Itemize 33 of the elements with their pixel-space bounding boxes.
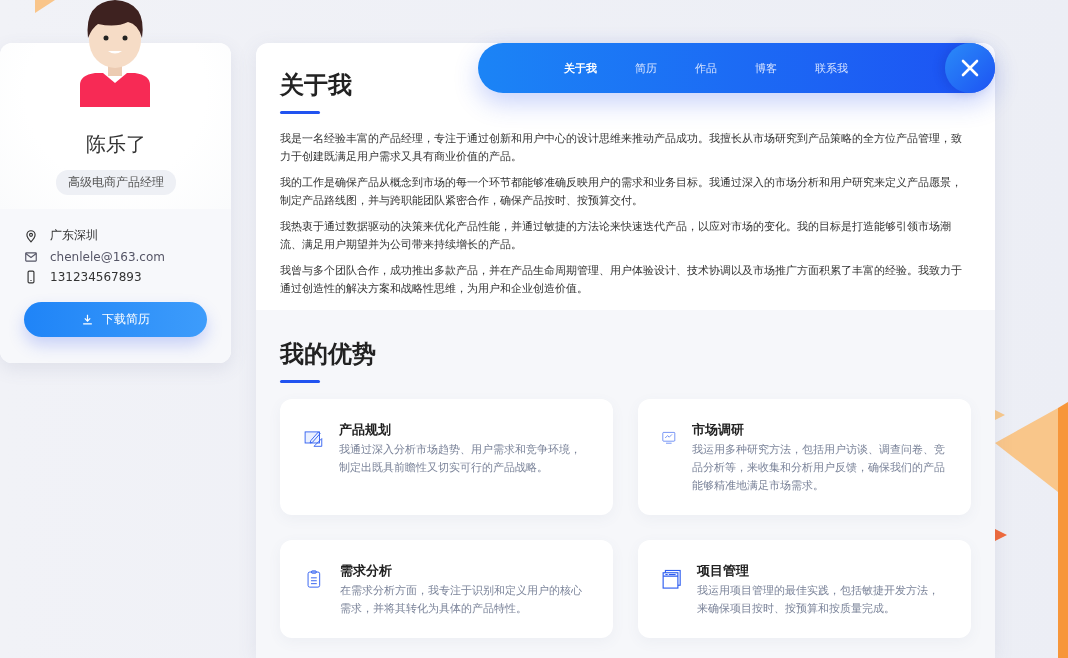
- location-pin-icon: [24, 228, 38, 243]
- phone-icon: [24, 270, 38, 284]
- close-button[interactable]: [945, 43, 995, 93]
- profile-name: 陈乐了: [85, 131, 146, 158]
- about-paragraph: 我是一名经验丰富的产品经理，专注于通过创新和用户中心的设计思维来推动产品成功。我擅长从市场研究到产品策略的全方位产品管理，致力于创建既满足用户需求又具有商业价值的产品。: [280, 131, 963, 165]
- strength-title: 项目管理: [697, 562, 751, 580]
- decorative-triangle: [35, 0, 55, 13]
- nav-link[interactable]: 博客: [755, 60, 777, 76]
- nav-link[interactable]: 关于我: [564, 60, 597, 76]
- contact-text: 广东深圳: [50, 227, 98, 244]
- close-icon: [961, 59, 979, 77]
- download-button[interactable]: 下载简历: [24, 302, 207, 337]
- strength-text: 我运用项目管理的最佳实践，包括敏捷开发方法，来确保项目按时、按预算和按质量完成。: [697, 583, 941, 617]
- about-paragraph: 我曾与多个团队合作，成功推出多款产品，并在产品生命周期管理、用户体验设计、技术协调以及市场推广方面积累了丰富的经验。我致力于通过创造性的解决方案和战略性思维，为用户和企业创造价值。: [280, 263, 963, 297]
- nav-link[interactable]: 联系我: [815, 60, 848, 76]
- about-paragraph: 我的工作是确保产品从概念到市场的每一个环节都能够准确反映用户的需求和业务目标。我通过深入的市场分析和用户研究来定义产品愿景，制定产品路线图，并与跨职能团队紧密合作，确保产品按时、按预算交付。: [280, 175, 963, 209]
- about-paragraph: 我热衷于通过数据驱动的决策来优化产品性能，并通过敏捷的方法论来快速迭代产品，以应对市场的变化。我的目标是打造能够引领市场潮流、满足用户期望并为公司带来持续增长的产品。: [280, 219, 952, 253]
- job-title-tag: 高级电商产品经理: [55, 170, 176, 195]
- strength-text: 在需求分析方面，我专注于识别和定义用户的核心需求，并将其转化为具体的产品特性。: [339, 583, 583, 617]
- section-heading: 我的优势: [280, 339, 377, 370]
- contact-text: chenlele@163.com: [50, 250, 165, 264]
- nav-link[interactable]: 简历: [635, 60, 657, 76]
- decorative-triangle: [995, 529, 1007, 541]
- strength-text: 我通过深入分析市场趋势、用户需求和竞争环境，制定出既具前瞻性又切实可行的产品战略。: [338, 442, 582, 476]
- contact-text: 131234567893: [50, 270, 142, 284]
- download-icon: [81, 313, 94, 326]
- strength-title: 产品规划: [338, 421, 392, 439]
- mail-icon: [24, 250, 38, 264]
- section-heading: 关于我: [280, 70, 353, 101]
- strength-title: 需求分析: [339, 562, 393, 580]
- strength-title: 市场调研: [691, 421, 745, 439]
- strength-text: 我运用多种研究方法，包括用户访谈、调查问卷、竞品分析等，来收集和分析用户反馈，确保我们的产品能够精准地满足市场需求。: [691, 442, 946, 494]
- nav-link[interactable]: 作品: [695, 60, 717, 76]
